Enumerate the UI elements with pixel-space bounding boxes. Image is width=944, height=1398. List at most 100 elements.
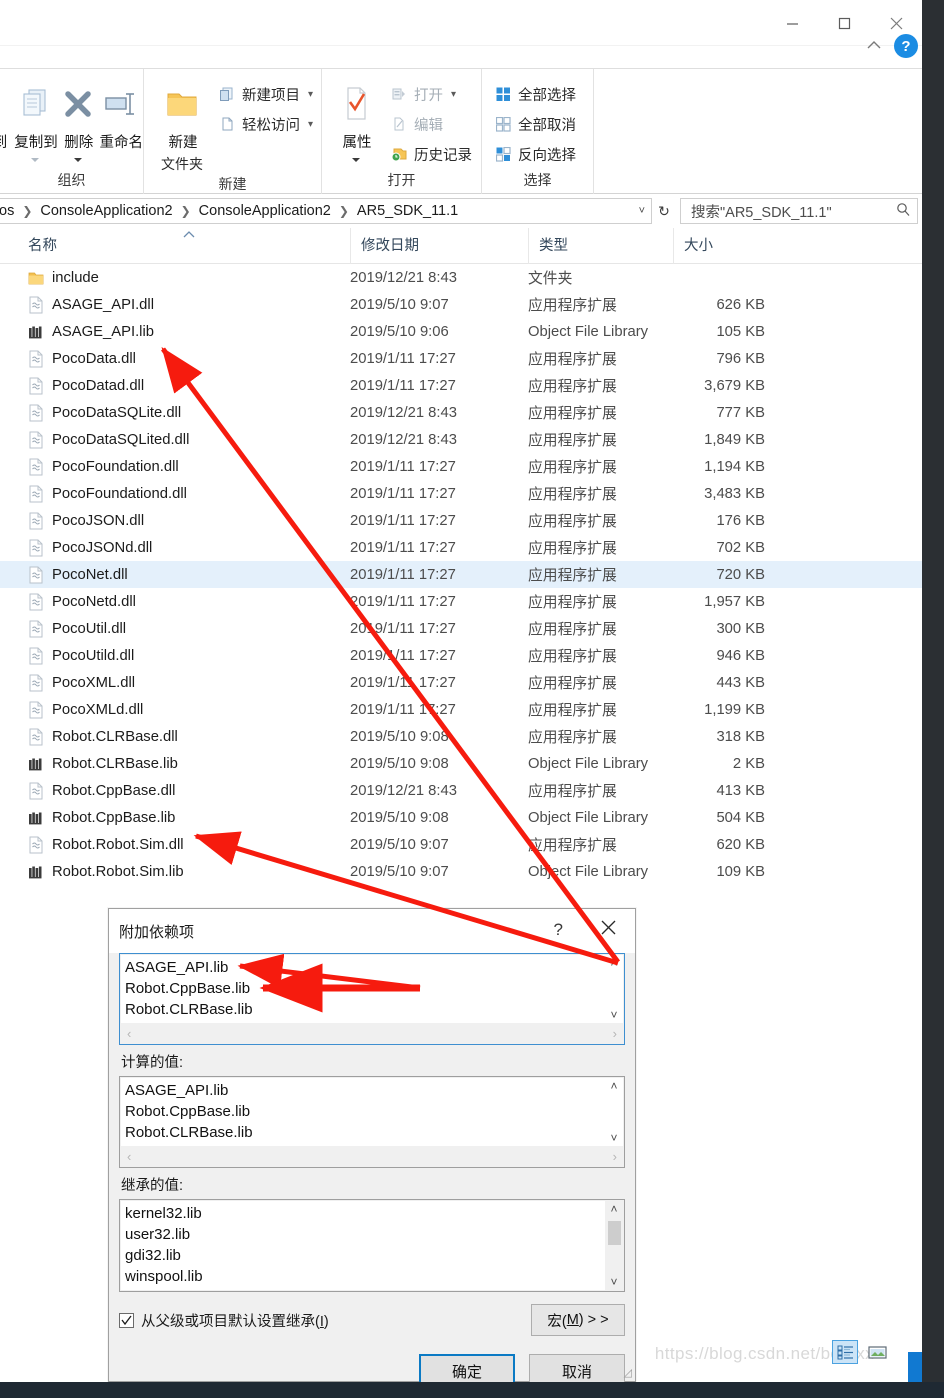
copy-to-button[interactable]: 复制到 [12,75,58,162]
move-to-button[interactable]: 到 [0,75,12,156]
file-row[interactable]: PocoDatad.dll 2019/1/11 17:27 应用程序扩展 3,679 … [0,372,922,399]
file-name-cell[interactable]: Robot.Robot.Sim.lib [28,863,184,881]
file-name-cell[interactable]: PocoUtild.dll [28,647,134,665]
evaluated-horizontal-scrollbar[interactable]: ‹ › [121,1146,623,1166]
chevron-down-icon[interactable]: ˅ [610,1274,617,1290]
macro-button[interactable]: 宏(M) > > [531,1304,625,1336]
resize-grip-icon[interactable]: ◿ [624,1366,632,1379]
file-name-cell[interactable]: PocoFoundationd.dll [28,485,187,503]
file-row[interactable]: Robot.Robot.Sim.lib 2019/5/10 9:07 Object … [0,858,922,885]
file-name-cell[interactable]: PocoNetd.dll [28,593,136,611]
invert-selection-button[interactable]: 反向选择 [490,139,580,169]
column-header-type[interactable]: 类型 [528,228,673,264]
open-button[interactable]: 打开 ▾ [386,79,476,109]
properties-dropdown-caret[interactable] [352,158,360,162]
inherit-checkbox[interactable] [119,1312,134,1328]
file-name-cell[interactable]: ASAGE_API.dll [28,296,154,314]
breadcrumb-item-1[interactable]: ConsoleApplication2 [38,203,174,219]
breadcrumb-item-2[interactable]: ConsoleApplication2 [197,203,333,219]
chevron-up-icon[interactable]: ˄ [610,957,617,969]
dialog-close-icon[interactable] [600,919,617,940]
file-name-cell[interactable]: PocoDataSQLited.dll [28,431,189,449]
column-header-size[interactable]: 大小 [673,228,773,264]
history-button[interactable]: 历史记录 [386,139,476,169]
chevron-left-icon[interactable]: ‹ [127,1026,131,1041]
file-row[interactable]: PocoNetd.dll 2019/1/11 17:27 应用程序扩展 1,957 K… [0,588,922,615]
chevron-up-icon[interactable]: ˄ [610,1201,617,1217]
easy-access-dropdown-caret[interactable]: ▾ [308,119,313,130]
select-none-button[interactable]: 全部取消 [490,109,580,139]
evaluated-vertical-scrollbar[interactable]: ˄ ˅ [605,1078,623,1146]
rename-button[interactable]: 重命名 [98,75,143,156]
file-row[interactable]: PocoData.dll 2019/1/11 17:27 应用程序扩展 796 KB [0,345,922,372]
file-row[interactable]: Robot.CLRBase.lib 2019/5/10 9:08 Object Fi… [0,750,922,777]
inherited-value-list[interactable]: kernel32.lib user32.lib gdi32.lib winspo… [121,1201,623,1290]
file-row[interactable]: PocoJSONd.dll 2019/1/11 17:27 应用程序扩展 702 KB [0,534,922,561]
new-folder-button[interactable]: 新建 文件夹 [154,75,210,173]
file-name-cell[interactable]: PocoDatad.dll [28,377,144,395]
file-name-cell[interactable]: ASAGE_API.lib [28,323,154,341]
file-row[interactable]: PocoDataSQLite.dll 2019/12/21 8:43 应用程序扩展 7… [0,399,922,426]
large-icons-view-icon[interactable] [864,1340,890,1364]
file-name-cell[interactable]: PocoFoundation.dll [28,458,179,476]
breadcrumb-item-0[interactable]: os [0,203,16,219]
dependencies-list[interactable]: ASAGE_API.lib Robot.CppBase.lib Robot.CL… [121,955,623,1023]
chevron-up-icon[interactable] [866,37,882,55]
help-icon[interactable]: ? [894,34,918,58]
dependency-item-2[interactable]: Robot.CLRBase.lib [125,999,623,1020]
dependency-item-1[interactable]: Robot.CppBase.lib [125,978,623,999]
breadcrumb-item-3[interactable]: AR5_SDK_11.1 [355,203,460,219]
file-row[interactable]: PocoUtild.dll 2019/1/11 17:27 应用程序扩展 946 KB [0,642,922,669]
file-name-cell[interactable]: PocoDataSQLite.dll [28,404,181,422]
dependencies-edit-field[interactable]: ASAGE_API.lib Robot.CppBase.lib Robot.CL… [119,953,625,1045]
file-row[interactable]: PocoDataSQLited.dll 2019/12/21 8:43 应用程序扩展… [0,426,922,453]
inherited-vertical-scrollbar[interactable]: ˄ ˅ [605,1201,623,1290]
chevron-right-icon[interactable]: › [613,1026,617,1041]
minimize-icon[interactable] [766,0,818,46]
chevron-up-icon[interactable]: ˄ [610,1080,617,1092]
file-row[interactable]: PocoFoundationd.dll 2019/1/11 17:27 应用程序扩展… [0,480,922,507]
easy-access-button[interactable]: 轻松访问 ▾ [214,109,317,139]
dependency-item-0[interactable]: ASAGE_API.lib [125,957,623,978]
file-name-cell[interactable]: PocoJSONd.dll [28,539,152,557]
file-row[interactable]: Robot.CppBase.dll 2019/12/21 8:43 应用程序扩展 41… [0,777,922,804]
chevron-down-icon[interactable]: ˅ [610,1009,617,1021]
file-row[interactable]: PocoNet.dll 2019/1/11 17:27 应用程序扩展 720 KB [0,561,922,588]
file-name-cell[interactable]: Robot.CLRBase.dll [28,728,178,746]
select-all-button[interactable]: 全部选择 [490,79,580,109]
copy-to-dropdown-caret[interactable] [31,158,40,162]
file-name-cell[interactable]: PocoUtil.dll [28,620,126,638]
file-row[interactable]: PocoJSON.dll 2019/1/11 17:27 应用程序扩展 176 KB [0,507,922,534]
new-item-dropdown-caret[interactable]: ▾ [308,89,313,100]
file-name-cell[interactable]: Robot.CppBase.lib [28,809,175,827]
maximize-icon[interactable] [818,0,870,46]
file-name-cell[interactable]: Robot.CLRBase.lib [28,755,178,773]
search-input[interactable]: 搜索"AR5_SDK_11.1" [680,198,918,224]
chevron-down-icon[interactable]: ˅ [639,205,651,217]
file-row[interactable]: PocoUtil.dll 2019/1/11 17:27 应用程序扩展 300 KB [0,615,922,642]
file-name-cell[interactable]: Robot.CppBase.dll [28,782,175,800]
file-name-cell[interactable]: PocoJSON.dll [28,512,144,530]
chevron-down-icon[interactable]: ˅ [610,1132,617,1144]
details-view-icon[interactable] [832,1340,858,1364]
edit-button[interactable]: 编辑 [386,109,476,139]
file-row[interactable]: Robot.Robot.Sim.dll 2019/5/10 9:07 应用程序扩展 6… [0,831,922,858]
dependencies-vertical-scrollbar[interactable]: ˄ ˅ [605,955,623,1023]
file-row[interactable]: PocoFoundation.dll 2019/1/11 17:27 应用程序扩展 1… [0,453,922,480]
file-name-cell[interactable]: Robot.Robot.Sim.dll [28,836,184,854]
open-dropdown-caret[interactable]: ▾ [451,89,456,100]
file-name-cell[interactable]: PocoXML.dll [28,674,135,692]
file-row[interactable]: PocoXML.dll 2019/1/11 17:27 应用程序扩展 443 KB [0,669,922,696]
file-row[interactable]: ASAGE_API.dll 2019/5/10 9:07 应用程序扩展 626 KB [0,291,922,318]
chevron-right-icon[interactable]: › [613,1149,617,1164]
delete-dropdown-caret[interactable] [73,158,82,162]
refresh-icon[interactable]: ↻ [652,203,676,220]
file-row[interactable]: include 2019/12/21 8:43 文件夹 [0,264,922,291]
new-item-button[interactable]: 新建项目 ▾ [214,79,317,109]
scrollbar-thumb[interactable] [608,1221,621,1245]
file-row[interactable]: Robot.CppBase.lib 2019/5/10 9:08 Object Fi… [0,804,922,831]
chevron-left-icon[interactable]: ‹ [127,1149,131,1164]
file-name-cell[interactable]: include [28,269,99,287]
file-row[interactable]: Robot.CLRBase.dll 2019/5/10 9:08 应用程序扩展 318… [0,723,922,750]
file-list[interactable]: include 2019/12/21 8:43 文件夹 ASAGE_API.dll 20… [0,264,922,885]
